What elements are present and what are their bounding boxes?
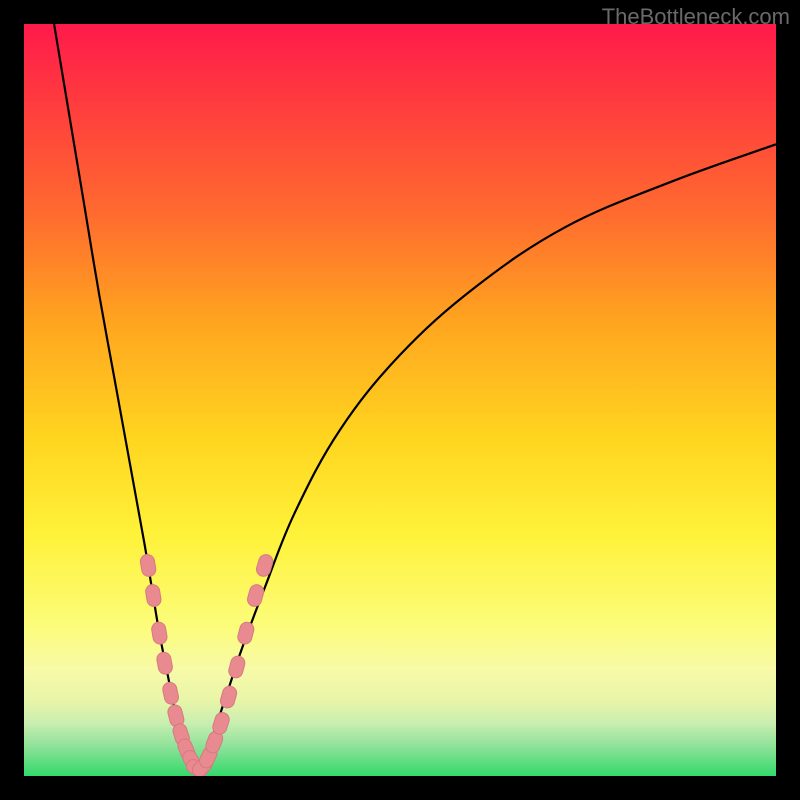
marker-capsule	[151, 621, 168, 645]
marker-capsule	[236, 621, 255, 646]
marker-group	[139, 553, 274, 776]
right-branch-path	[197, 144, 776, 776]
marker-capsule	[227, 655, 246, 680]
marker-capsule	[246, 583, 265, 608]
marker-capsule	[161, 681, 179, 705]
marker-capsule	[156, 651, 174, 675]
outer-frame: TheBottleneck.com	[0, 0, 800, 800]
plot-area	[24, 24, 776, 776]
marker-capsule	[139, 553, 157, 577]
marker-capsule	[145, 584, 162, 608]
marker-capsule	[255, 553, 275, 578]
left-branch-path	[54, 24, 197, 776]
curve-layer	[24, 24, 776, 776]
